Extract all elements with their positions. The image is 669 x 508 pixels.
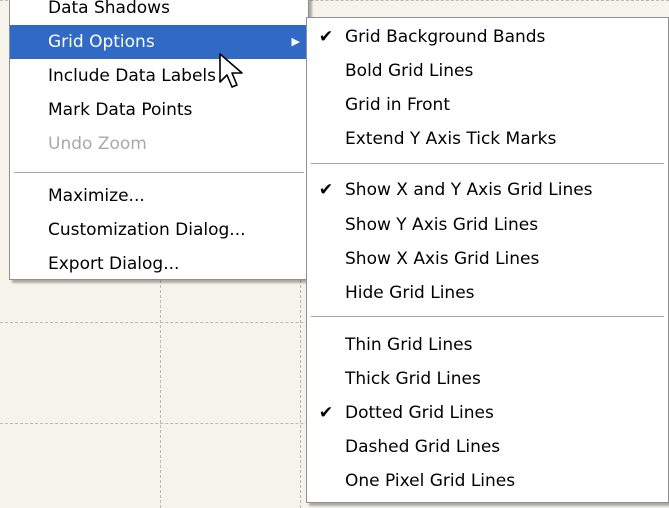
menu-item-label: One Pixel Grid Lines (345, 471, 516, 491)
submenu-item-hide-grid-lines[interactable]: Hide Grid Lines (307, 276, 668, 310)
submenu-item-extend-y-axis-tick-marks[interactable]: Extend Y Axis Tick Marks (307, 122, 668, 156)
menu-item-label: Thick Grid Lines (345, 369, 481, 389)
menu-item-label: Grid in Front (345, 95, 450, 115)
menu-item-label: Show Y Axis Grid Lines (345, 215, 539, 235)
menu-item-grid-options[interactable]: Grid Options ▶ (10, 25, 308, 59)
menu-separator (311, 316, 664, 317)
submenu-item-dashed-grid-lines[interactable]: Dashed Grid Lines (307, 430, 668, 464)
menu-item-label: Grid Background Bands (345, 27, 546, 47)
menu-item-label: Extend Y Axis Tick Marks (345, 129, 557, 149)
mouse-pointer-icon (219, 53, 243, 88)
submenu-item-dotted-grid-lines[interactable]: ✔ Dotted Grid Lines (307, 396, 668, 430)
context-menu: Data Shadows Grid Options ▶ Include Data… (9, 0, 309, 280)
menu-item-export-dialog[interactable]: Export Dialog... (10, 247, 308, 281)
menu-item-label: Show X Axis Grid Lines (345, 249, 540, 269)
check-icon: ✔ (318, 180, 334, 200)
menu-item-maximize[interactable]: Maximize... (10, 179, 308, 213)
menu-item-label: Export Dialog... (48, 254, 180, 274)
submenu-item-one-pixel-grid-lines[interactable]: One Pixel Grid Lines (307, 464, 668, 498)
grid-options-submenu: ✔ Grid Background Bands Bold Grid Lines … (306, 17, 669, 503)
menu-item-label: Mark Data Points (48, 100, 193, 120)
menu-item-label: Dashed Grid Lines (345, 437, 501, 457)
menu-item-label: Dotted Grid Lines (345, 403, 494, 423)
menu-item-label: Grid Options (48, 32, 155, 52)
submenu-item-show-y-axis-grid-lines[interactable]: Show Y Axis Grid Lines (307, 208, 668, 242)
submenu-item-show-x-and-y-axis-grid-lines[interactable]: ✔ Show X and Y Axis Grid Lines (307, 173, 668, 207)
submenu-item-thick-grid-lines[interactable]: Thick Grid Lines (307, 362, 668, 396)
menu-item-label: Hide Grid Lines (345, 283, 475, 303)
check-icon: ✔ (318, 403, 334, 423)
submenu-item-thin-grid-lines[interactable]: Thin Grid Lines (307, 328, 668, 362)
menu-item-label: Data Shadows (48, 0, 170, 18)
menu-item-mark-data-points[interactable]: Mark Data Points (10, 93, 308, 127)
menu-item-label: Undo Zoom (48, 134, 147, 154)
submenu-arrow-icon: ▶ (291, 35, 300, 48)
menu-item-include-data-labels[interactable]: Include Data Labels (10, 59, 308, 93)
submenu-item-grid-background-bands[interactable]: ✔ Grid Background Bands (307, 20, 668, 54)
menu-separator (14, 172, 304, 173)
check-icon: ✔ (318, 27, 334, 47)
menu-separator (311, 163, 664, 164)
submenu-item-show-x-axis-grid-lines[interactable]: Show X Axis Grid Lines (307, 242, 668, 276)
menu-item-undo-zoom[interactable]: Undo Zoom (10, 127, 308, 161)
menu-item-label: Include Data Labels (48, 66, 216, 86)
menu-item-label: Thin Grid Lines (345, 335, 473, 355)
submenu-item-grid-in-front[interactable]: Grid in Front (307, 88, 668, 122)
menu-item-customization-dialog[interactable]: Customization Dialog... (10, 213, 308, 247)
menu-item-label: Customization Dialog... (48, 220, 246, 240)
menu-item-label: Maximize... (48, 186, 145, 206)
submenu-item-bold-grid-lines[interactable]: Bold Grid Lines (307, 54, 668, 88)
menu-item-label: Show X and Y Axis Grid Lines (345, 180, 593, 200)
menu-item-data-shadows[interactable]: Data Shadows (10, 0, 308, 25)
menu-item-label: Bold Grid Lines (345, 61, 474, 81)
